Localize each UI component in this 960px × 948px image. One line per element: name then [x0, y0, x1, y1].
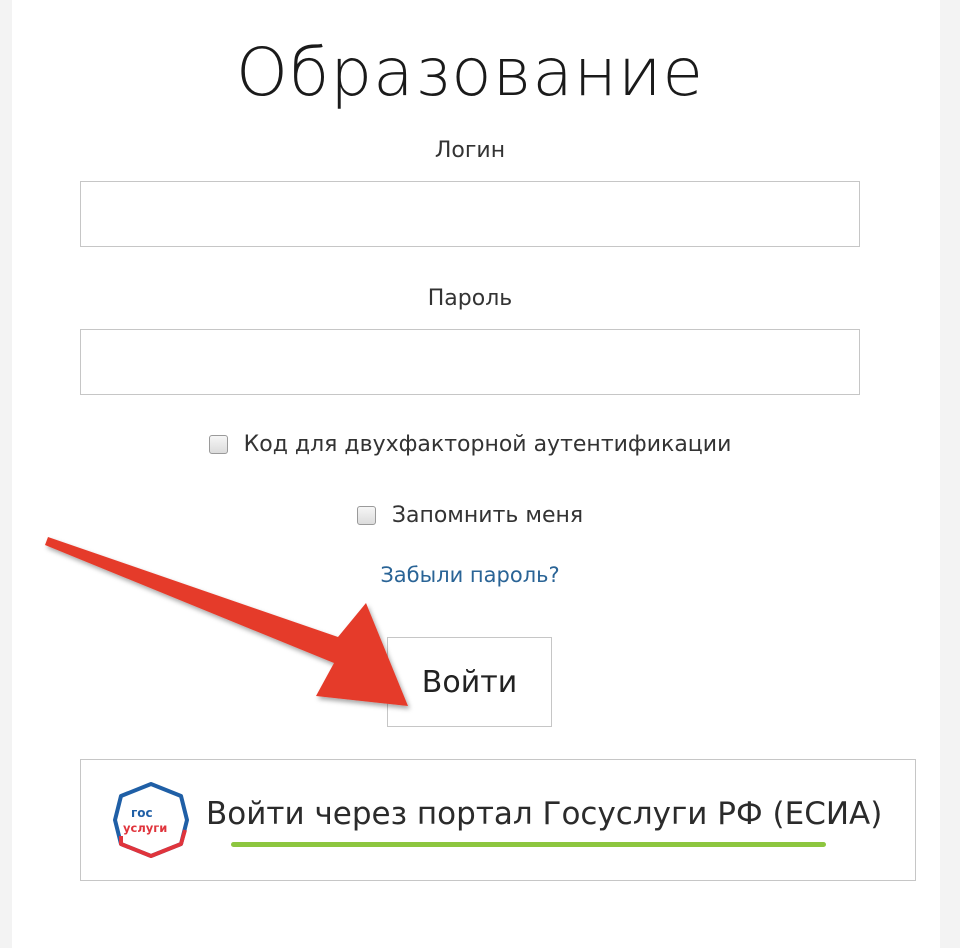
two-factor-label: Код для двухфакторной аутентификации: [243, 432, 732, 457]
logo-line-2: услуги: [123, 821, 167, 835]
login-label: Логин: [434, 138, 506, 163]
forgot-password-link[interactable]: Забыли пароль?: [12, 563, 928, 587]
esia-login-button[interactable]: гос услуги Войти через портал Госуслуги …: [80, 759, 916, 881]
green-underline: [231, 842, 826, 847]
remember-me-row[interactable]: Запомнить меня: [12, 503, 928, 528]
password-label: Пароль: [427, 286, 513, 311]
two-factor-checkbox[interactable]: [208, 435, 228, 454]
remember-me-label: Запомнить меня: [391, 503, 584, 528]
login-input[interactable]: [80, 181, 860, 247]
login-panel: Образование Логин Пароль Код для двухфак…: [12, 0, 940, 948]
gosuslugi-logo-icon: гос услуги: [113, 782, 189, 858]
page-title: Образование: [235, 34, 705, 111]
password-input[interactable]: [80, 329, 860, 395]
logo-line-1: гос: [131, 806, 153, 820]
esia-login-label: Войти через портал Госуслуги РФ (ЕСИА): [206, 796, 883, 832]
remember-me-checkbox[interactable]: [356, 506, 376, 525]
two-factor-row[interactable]: Код для двухфакторной аутентификации: [12, 432, 928, 457]
login-button[interactable]: Войти: [387, 637, 552, 727]
